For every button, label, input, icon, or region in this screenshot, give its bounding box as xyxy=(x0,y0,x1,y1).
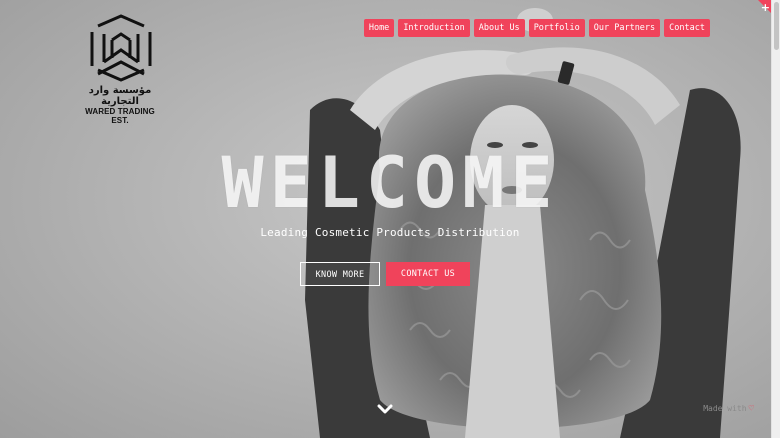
nav-contact[interactable]: Contact xyxy=(664,19,710,37)
made-with-credit[interactable]: Made with ♡ xyxy=(703,404,754,414)
know-more-button[interactable]: KNOW MORE xyxy=(300,262,380,286)
hero-subtitle: Leading Cosmetic Products Distribution xyxy=(260,226,520,239)
contact-us-button[interactable]: CONTACT US xyxy=(386,262,470,286)
scrollbar[interactable] xyxy=(771,0,780,438)
nav-our-partners[interactable]: Our Partners xyxy=(588,19,661,37)
chevron-down-icon[interactable] xyxy=(377,404,393,416)
scrollbar-thumb[interactable] xyxy=(774,2,779,50)
nav-portfolio[interactable]: Portfolio xyxy=(528,19,585,37)
nav-introduction[interactable]: Introduction xyxy=(398,19,470,37)
hero-title: WELCOME xyxy=(221,142,559,224)
brand-arabic-name: مؤسسة وارد التجارية xyxy=(88,85,152,107)
plus-icon[interactable]: + xyxy=(761,1,770,14)
nav-about-us[interactable]: About Us xyxy=(473,19,525,37)
heart-icon: ♡ xyxy=(748,404,754,414)
nav-home[interactable]: Home xyxy=(363,19,395,37)
hero-section: مؤسسة وارد التجارية WARED TRADING EST. H… xyxy=(0,0,780,438)
made-with-text: Made with xyxy=(703,404,747,413)
hexagon-logo-icon xyxy=(90,14,152,82)
main-nav: Home Introduction About Us Portfolio Our… xyxy=(363,19,710,37)
brand-english-name: WARED TRADING EST. xyxy=(85,107,155,125)
brand-logo[interactable]: مؤسسة وارد التجارية WARED TRADING EST. xyxy=(78,14,168,125)
